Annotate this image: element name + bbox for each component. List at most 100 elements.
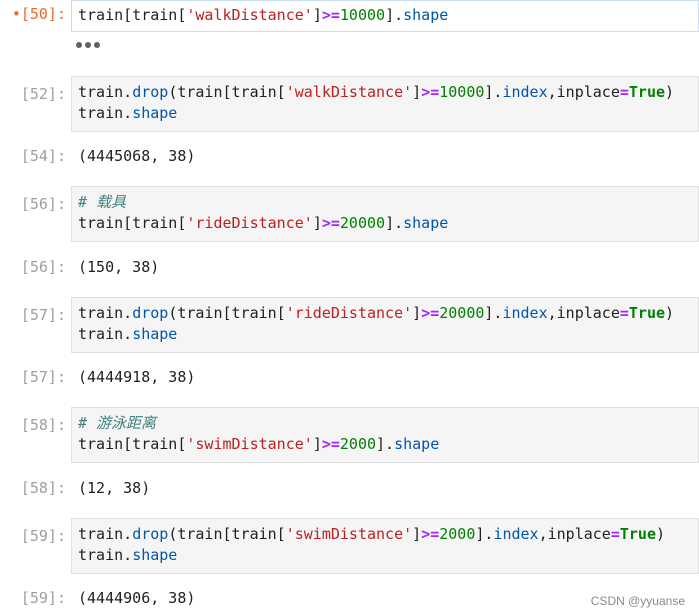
code-token: shape [394,435,440,453]
code-cell-input[interactable]: # 载具 train[train['rideDistance']>=20000]… [71,186,699,242]
output-prompt: [57]: [20,368,66,386]
code-token: = [619,304,629,322]
code-token: ] [412,304,422,322]
code-token: train[train[ [78,214,187,232]
code-token: 2000 [439,525,476,543]
ellipsis-dot [76,42,82,48]
cell-output: (150, 38) [78,258,160,276]
code-line: train.drop(train[train['swimDistance']>=… [78,524,692,545]
code-line: train.drop(train[train['rideDistance']>=… [78,303,692,324]
cell-output: (12, 38) [78,479,151,497]
code-token: True [628,304,666,322]
output-prompt: [54]: [20,147,66,165]
code-token: train. [78,525,133,543]
code-token: 'rideDistance' [186,214,313,232]
code-token: # 游泳距离 [78,414,157,432]
code-token: >= [321,6,340,24]
code-line: train.shape [78,545,692,566]
watermark: CSDN @yyuanse [590,594,685,608]
code-token: train. [78,304,133,322]
code-token: shape [403,6,449,24]
code-token: True [628,83,666,101]
code-token: ,inplace [547,83,620,101]
code-token: 10000 [439,83,485,101]
code-token: index [493,525,539,543]
code-token: (train[train[ [168,83,286,101]
code-token: ] [412,525,422,543]
code-line: train[train['walkDistance']>=10000].shap… [78,5,692,26]
code-token: >= [321,435,340,453]
cell-output: (4444918, 38) [78,368,196,386]
code-line: train.shape [78,324,692,345]
code-token: 10000 [339,6,386,24]
code-token: index [502,304,548,322]
output-prompt: [56]: [20,258,66,276]
code-token: # 载具 [78,193,127,211]
cell-prompt: [58]: [20,416,66,434]
code-token: True [619,525,656,543]
code-token: ) [656,525,666,543]
code-line: train.shape [78,103,692,124]
code-token: (train[train[ [168,304,286,322]
code-line: train[train['rideDistance']>=20000].shap… [78,213,692,234]
ellipsis-dot [94,42,100,48]
code-token: = [610,525,620,543]
code-token: >= [321,214,340,232]
code-token: 'walkDistance' [285,83,413,101]
code-token: ]. [484,83,503,101]
code-token: ]. [484,304,503,322]
code-token: train. [78,546,133,564]
code-token: 20000 [339,214,386,232]
code-token: drop [132,525,169,543]
code-token: train. [78,104,133,122]
code-token: ) [665,304,675,322]
cell-output: (4445068, 38) [78,147,196,165]
cell-prompt: [52]: [20,85,66,103]
code-token: shape [132,546,178,564]
output-prompt: [59]: [20,589,66,607]
code-token: ]. [385,214,404,232]
code-token: = [619,83,629,101]
code-line: train.drop(train[train['walkDistance']>=… [78,82,692,103]
code-line: train[train['swimDistance']>=2000].shape [78,434,692,455]
code-token: train[train[ [78,435,187,453]
code-cell-input[interactable]: train.drop(train[train['rideDistance']>=… [71,297,699,353]
cell-prompt: [57]: [20,306,66,324]
code-token: >= [421,304,440,322]
output-prompt: [58]: [20,479,66,497]
code-token: 2000 [339,435,377,453]
code-token: ] [412,83,422,101]
code-line: # 载具 [78,192,692,213]
cell-prompt: [56]: [20,195,66,213]
code-cell-input[interactable]: train.drop(train[train['walkDistance']>=… [71,76,699,132]
code-token: train. [78,325,133,343]
code-token: train. [78,83,133,101]
ellipsis-icon[interactable] [76,42,100,48]
code-token: ,inplace [547,304,620,322]
code-token: 'walkDistance' [186,6,313,24]
code-cell-input[interactable]: train[train['walkDistance']>=10000].shap… [71,0,699,32]
code-token: shape [403,214,449,232]
code-token: shape [132,325,178,343]
code-cell-input[interactable]: train.drop(train[train['swimDistance']>=… [71,518,699,574]
code-token: 20000 [439,304,485,322]
code-token: ]. [475,525,494,543]
code-token: ) [665,83,675,101]
code-token: index [502,83,548,101]
code-token: ] [312,214,322,232]
ellipsis-dot [85,42,91,48]
code-token: 'swimDistance' [186,435,313,453]
code-cell-input[interactable]: # 游泳距离 train[train['swimDistance']>=2000… [71,407,699,463]
code-token: ]. [376,435,395,453]
code-token: (train[train[ [168,525,286,543]
code-token: drop [132,83,169,101]
code-token: 'rideDistance' [285,304,413,322]
code-token: ]. [385,6,404,24]
code-token: train[train[ [78,6,187,24]
cell-output: (4444906, 38) [78,589,196,607]
code-line: # 游泳距离 [78,413,692,434]
code-token: ] [312,6,322,24]
code-token: >= [421,83,440,101]
code-token: ,inplace [538,525,611,543]
cell-prompt-active: •[50]: [11,5,66,23]
